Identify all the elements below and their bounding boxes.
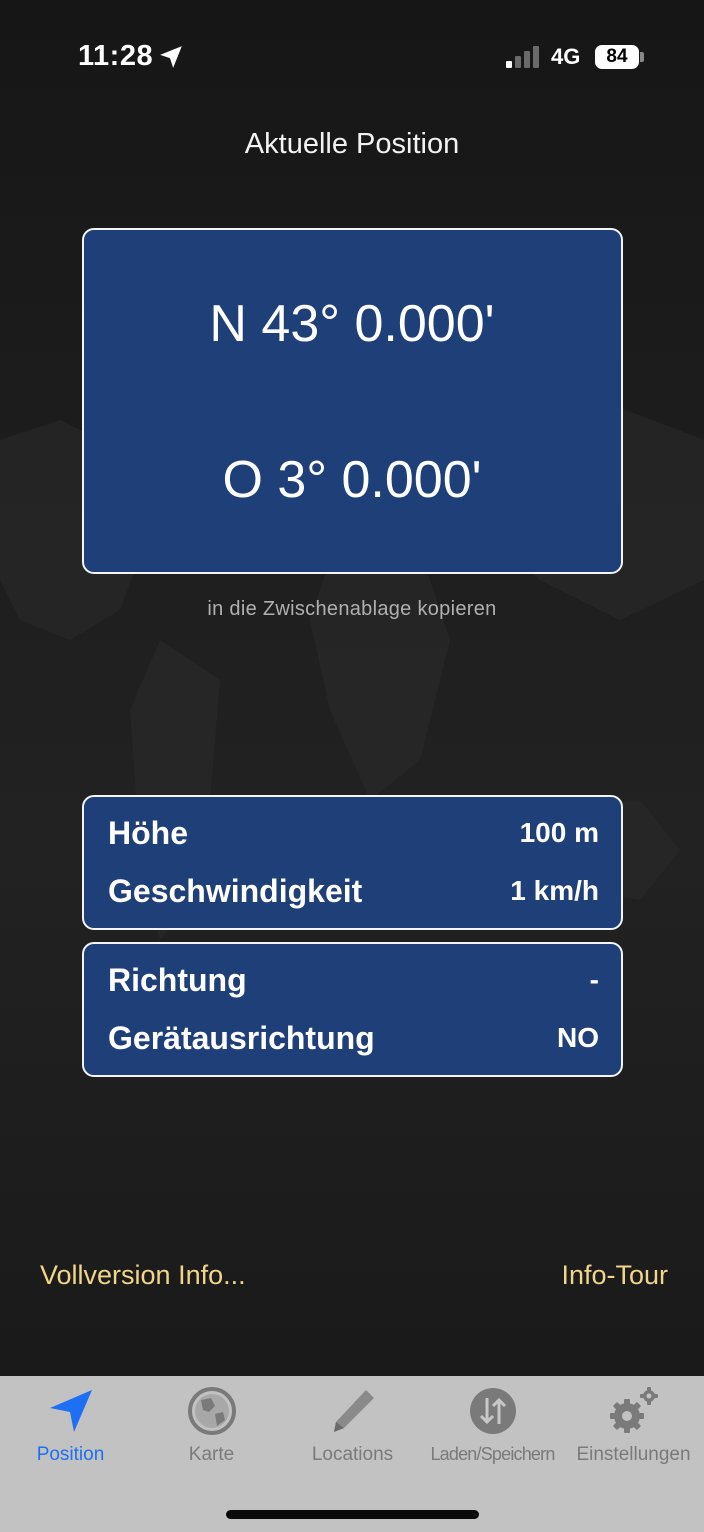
- tab-bar: Position Karte Locations Laden/Speichern…: [0, 1376, 704, 1532]
- heading-card: Richtung - Gerätausrichtung NO: [82, 942, 623, 1077]
- altitude-label: Höhe: [108, 815, 188, 851]
- battery-indicator: 84: [595, 45, 639, 69]
- tab-karte-label: Karte: [188, 1444, 235, 1465]
- tab-einstellungen[interactable]: Einstellungen: [563, 1376, 704, 1476]
- location-services-icon: [160, 46, 182, 68]
- tab-position-label: Position: [36, 1444, 105, 1465]
- speed-label: Geschwindigkeit: [108, 873, 363, 909]
- status-time: 11:28: [78, 40, 154, 72]
- info-tour-link[interactable]: Info-Tour: [561, 1260, 668, 1291]
- full-version-info-link[interactable]: Vollversion Info...: [40, 1260, 246, 1291]
- location-arrow-icon: [49, 1390, 92, 1432]
- pencil-icon: [333, 1390, 374, 1432]
- tab-einstellungen-label: Einstellungen: [576, 1444, 691, 1465]
- latitude-value: N 43° 0.000': [209, 295, 495, 353]
- page-title: Aktuelle Position: [244, 128, 460, 160]
- network-type: 4G: [551, 44, 581, 69]
- direction-label: Richtung: [108, 962, 247, 998]
- tab-laden-speichern[interactable]: Laden/Speichern: [422, 1376, 563, 1476]
- device-orientation-value: NO: [557, 1022, 599, 1053]
- copy-to-clipboard-button[interactable]: in die Zwischenablage kopieren: [0, 598, 704, 621]
- speed-value: 1 km/h: [510, 875, 599, 906]
- tab-position[interactable]: Position: [0, 1376, 141, 1476]
- coordinates-card[interactable]: [82, 228, 623, 574]
- globe-icon: [187, 1387, 236, 1435]
- tab-locations[interactable]: Locations: [282, 1376, 423, 1476]
- longitude-value: O 3° 0.000': [222, 451, 482, 509]
- battery-cap: [640, 52, 644, 62]
- gear-icon: [609, 1387, 658, 1433]
- tab-locations-label: Locations: [311, 1444, 394, 1465]
- altitude-speed-card: Höhe 100 m Geschwindigkeit 1 km/h: [82, 795, 623, 930]
- app-screen: 11:28 4G 84 Aktuelle Position N 43° 0.00…: [0, 0, 704, 1532]
- load-save-icon: [469, 1388, 516, 1434]
- altitude-value: 100 m: [519, 817, 599, 848]
- tab-laden-speichern-label: Laden/Speichern: [430, 1444, 555, 1464]
- tab-karte[interactable]: Karte: [141, 1376, 282, 1476]
- status-bar: 11:28 4G 84: [0, 0, 704, 110]
- home-indicator: [226, 1510, 479, 1519]
- device-orientation-label: Gerätausrichtung: [108, 1020, 375, 1056]
- cellular-signal-icon: [506, 46, 539, 68]
- direction-value: -: [589, 964, 599, 995]
